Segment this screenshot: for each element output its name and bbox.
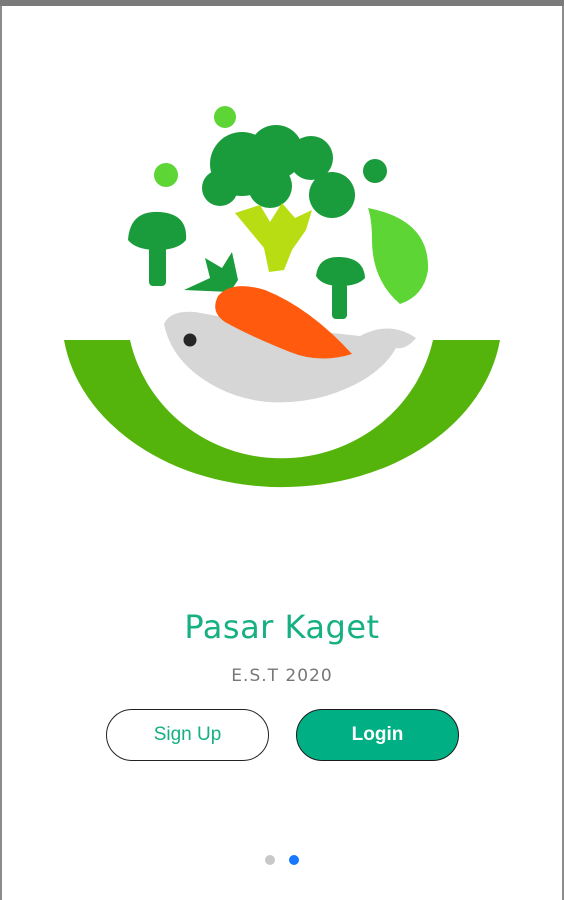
pea-dot-left <box>154 163 178 187</box>
window-left-border <box>0 6 2 900</box>
broccoli-crown <box>202 125 355 218</box>
page-indicator <box>0 855 564 867</box>
mushroom-left <box>128 211 187 286</box>
pea-dot-right <box>363 159 387 183</box>
login-button[interactable]: Login <box>296 709 459 761</box>
grocery-bowl-logo-icon <box>64 106 500 488</box>
app-title: Pasar Kaget <box>184 608 380 646</box>
sign-up-button[interactable]: Sign Up <box>106 709 269 761</box>
mushroom-right <box>316 256 365 319</box>
page-dot-active[interactable] <box>289 855 299 865</box>
pea-dot-top <box>214 106 236 128</box>
broccoli-stalk <box>235 203 312 272</box>
page-dot[interactable] <box>265 855 275 865</box>
window-top-bar <box>0 0 564 6</box>
carrot-greens <box>184 252 238 292</box>
app-tagline: E.S.T 2020 <box>231 666 333 686</box>
leaf <box>368 208 429 304</box>
